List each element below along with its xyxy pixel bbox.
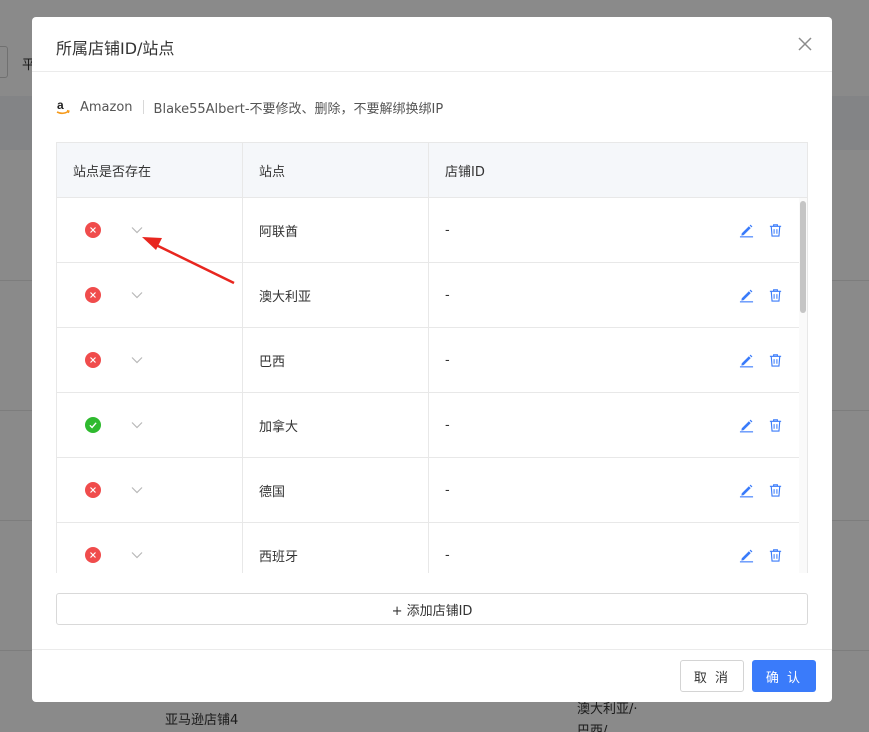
row-actions [739, 417, 783, 433]
scrollbar-thumb[interactable] [800, 201, 806, 313]
site-cell: 德国 [243, 458, 429, 522]
store-id-value: - [445, 352, 450, 368]
row-actions [739, 287, 783, 303]
edit-icon[interactable] [739, 417, 754, 433]
svg-text:a: a [57, 98, 64, 112]
edit-icon[interactable] [739, 482, 754, 498]
chevron-down-icon[interactable] [130, 549, 144, 559]
store-id-value: - [445, 417, 450, 433]
delete-icon[interactable] [768, 547, 783, 563]
modal-title: 所属店铺ID/站点 [56, 39, 175, 58]
close-circle-icon [85, 222, 101, 238]
delete-icon[interactable] [768, 417, 783, 433]
close-circle-icon [85, 287, 101, 303]
store-id-cell: - [429, 458, 807, 522]
table-row: 德国 - [57, 458, 807, 523]
close-circle-icon [85, 547, 101, 563]
table-row: 阿联酋 - [57, 198, 807, 263]
modal-header: 所属店铺ID/站点 [32, 17, 832, 72]
store-id-value: - [445, 222, 450, 238]
table-row: 巴西 - [57, 328, 807, 393]
edit-icon[interactable] [739, 352, 754, 368]
add-store-id-button[interactable]: + 添加店铺ID [56, 593, 808, 625]
chevron-down-icon[interactable] [130, 224, 144, 234]
site-exists-cell [57, 198, 243, 262]
delete-icon[interactable] [768, 352, 783, 368]
site-exists-cell [57, 523, 243, 573]
edit-icon[interactable] [739, 547, 754, 563]
account-platform: Amazon [80, 99, 133, 115]
modal-footer: 取 消 确 认 [32, 649, 832, 702]
site-exists-cell [57, 458, 243, 522]
store-id-cell: - [429, 198, 807, 262]
amazon-logo-icon: a [56, 98, 70, 116]
column-header-site: 站点 [243, 143, 429, 197]
row-actions [739, 547, 783, 563]
check-circle-icon [85, 417, 101, 433]
site-exists-cell [57, 328, 243, 392]
delete-icon[interactable] [768, 482, 783, 498]
chevron-down-icon[interactable] [130, 354, 144, 364]
store-id-value: - [445, 287, 450, 303]
chevron-down-icon[interactable] [130, 419, 144, 429]
edit-icon[interactable] [739, 287, 754, 303]
site-table: 站点是否存在 站点 店铺ID 阿联酋 - 澳大利亚 - 巴西 - 加拿大 - 德… [56, 142, 808, 573]
site-cell: 澳大利亚 [243, 263, 429, 327]
store-id-cell: - [429, 263, 807, 327]
row-actions [739, 352, 783, 368]
site-cell: 加拿大 [243, 393, 429, 457]
row-actions [739, 482, 783, 498]
close-circle-icon [85, 352, 101, 368]
row-actions [739, 222, 783, 238]
site-cell: 阿联酋 [243, 198, 429, 262]
store-site-modal: 所属店铺ID/站点 a Amazon Blake55Albert-不要修改、删除… [32, 17, 832, 702]
close-icon[interactable] [796, 35, 814, 53]
confirm-button[interactable]: 确 认 [752, 660, 816, 692]
site-cell: 巴西 [243, 328, 429, 392]
table-row: 澳大利亚 - [57, 263, 807, 328]
divider [142, 100, 144, 114]
column-header-site-exists: 站点是否存在 [57, 143, 243, 197]
site-cell: 西班牙 [243, 523, 429, 573]
cancel-button[interactable]: 取 消 [680, 660, 744, 692]
close-circle-icon [85, 482, 101, 498]
edit-icon[interactable] [739, 222, 754, 238]
table-row: 加拿大 - [57, 393, 807, 458]
account-info: a Amazon Blake55Albert-不要修改、删除，不要解绑换绑IP [56, 97, 443, 117]
store-id-cell: - [429, 523, 807, 573]
store-id-value: - [445, 547, 450, 563]
table-header: 站点是否存在 站点 店铺ID [57, 143, 807, 198]
table-body: 阿联酋 - 澳大利亚 - 巴西 - 加拿大 - 德国 - 西班牙 - [57, 198, 807, 573]
chevron-down-icon[interactable] [130, 289, 144, 299]
site-exists-cell [57, 393, 243, 457]
chevron-down-icon[interactable] [130, 484, 144, 494]
site-exists-cell [57, 263, 243, 327]
account-name: Blake55Albert-不要修改、删除，不要解绑换绑IP [153, 101, 444, 117]
store-id-cell: - [429, 393, 807, 457]
delete-icon[interactable] [768, 222, 783, 238]
store-id-value: - [445, 482, 450, 498]
table-row: 西班牙 - [57, 523, 807, 573]
store-id-cell: - [429, 328, 807, 392]
column-header-store-id: 店铺ID [445, 164, 485, 180]
delete-icon[interactable] [768, 287, 783, 303]
